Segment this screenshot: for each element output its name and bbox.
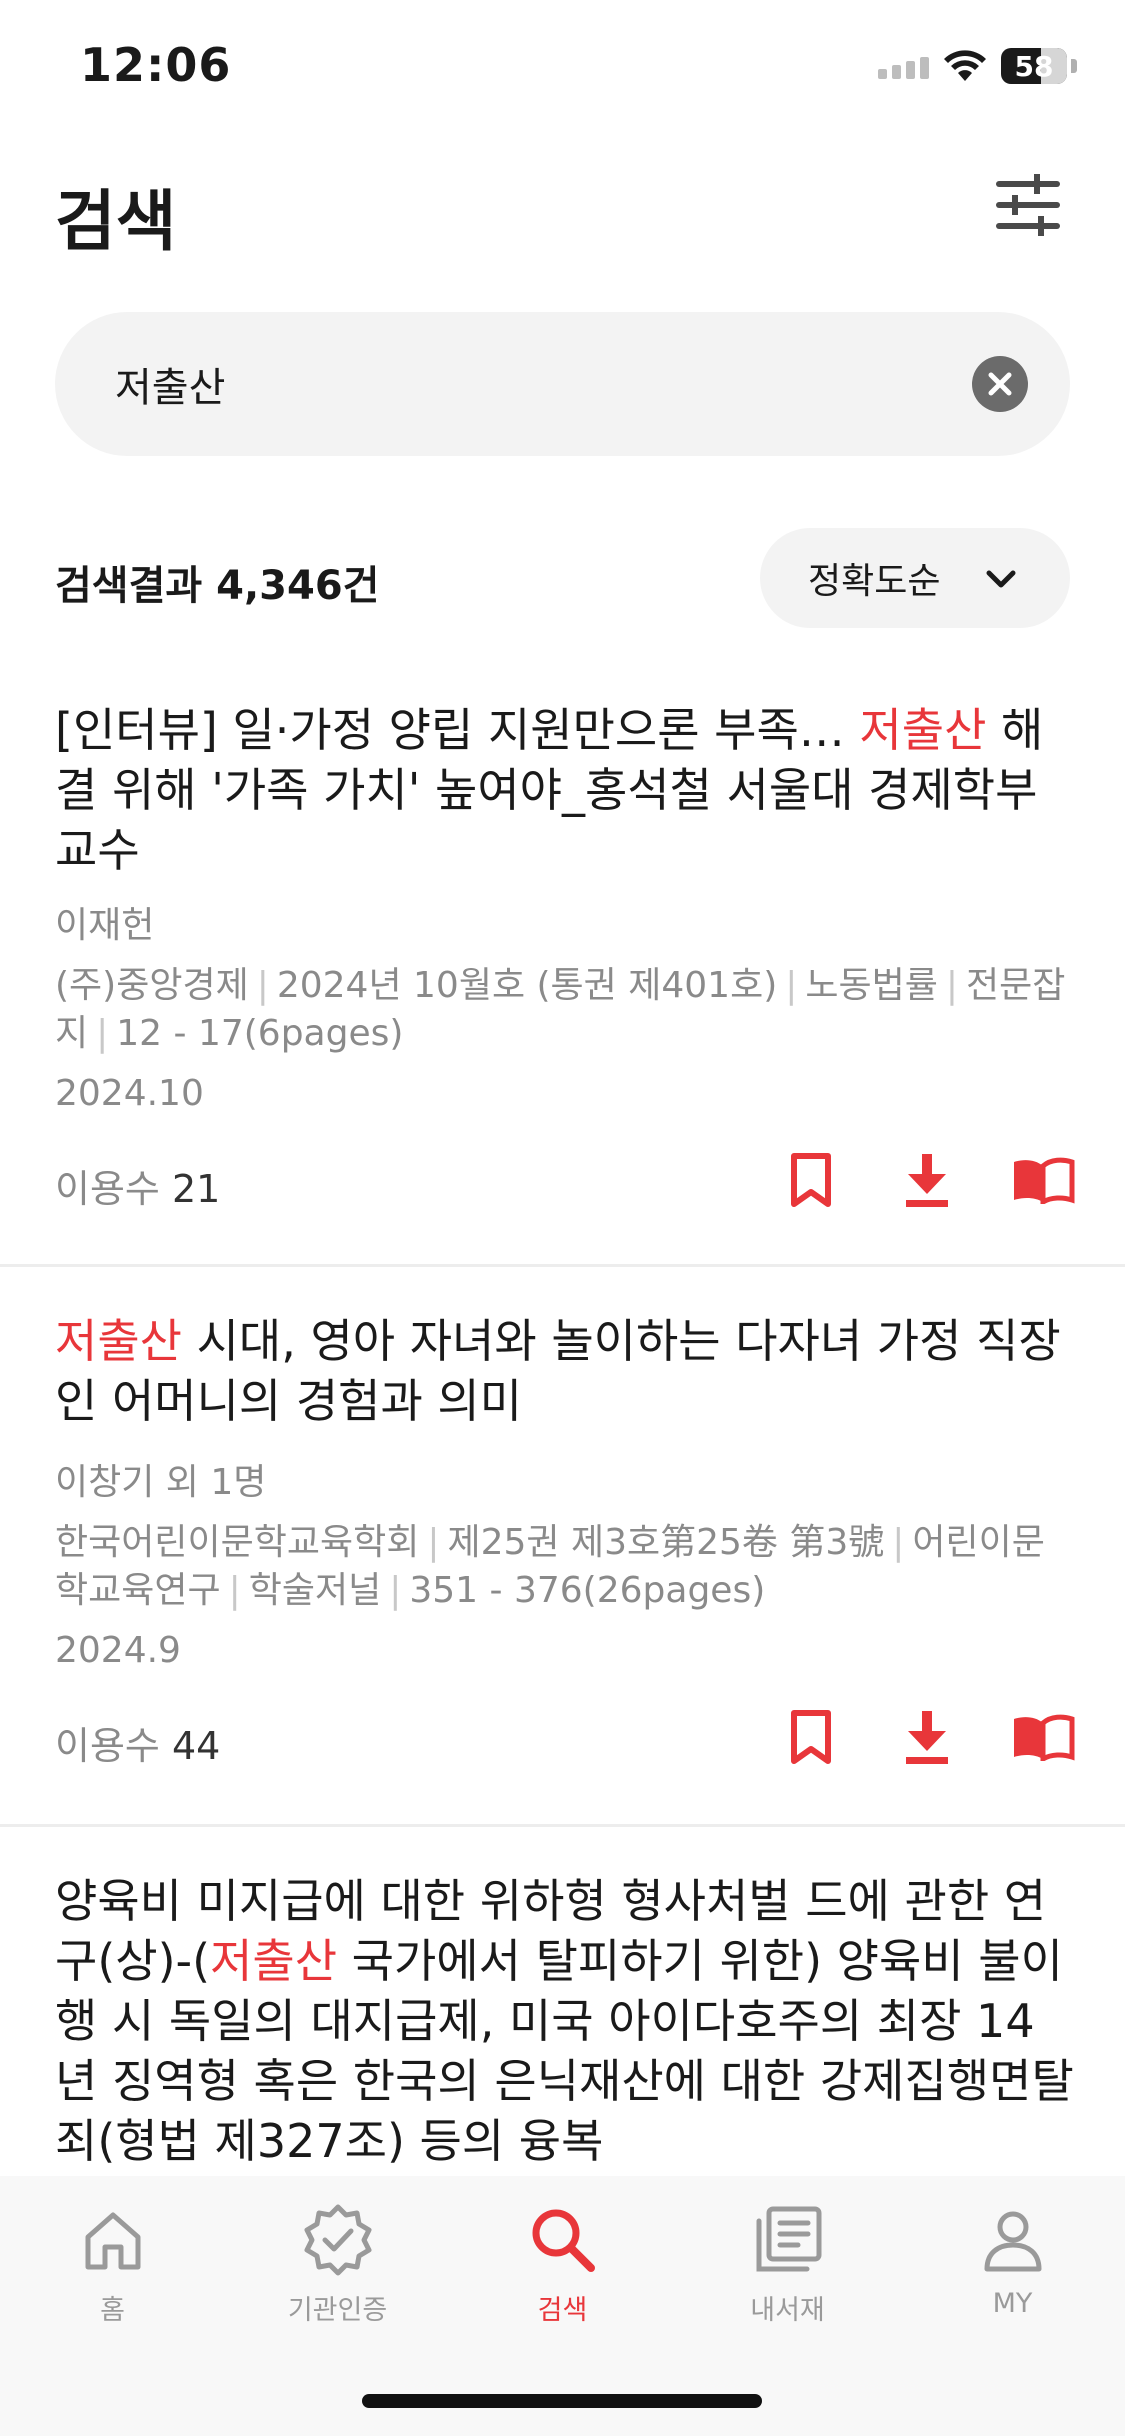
page-range: 12 - 17(6pages) bbox=[116, 1013, 404, 1054]
close-icon bbox=[988, 372, 1012, 396]
tab-search[interactable]: 검색 bbox=[450, 2200, 675, 2327]
verified-badge-icon bbox=[304, 2204, 371, 2276]
tab-my[interactable]: MY bbox=[900, 2200, 1125, 2319]
result-date: 2024.10 bbox=[55, 1073, 204, 1114]
search-icon bbox=[532, 2209, 595, 2272]
download-button[interactable] bbox=[895, 1705, 959, 1769]
publication-type: 학술저널 bbox=[248, 1570, 382, 1611]
bookmark-icon bbox=[791, 1153, 831, 1207]
tab-label: 내서재 bbox=[750, 2295, 825, 2326]
battery-icon: 58 bbox=[1001, 48, 1067, 84]
result-date: 2024.9 bbox=[55, 1630, 181, 1671]
book-open-icon bbox=[1014, 1157, 1075, 1204]
publisher: (주)중앙경제 bbox=[55, 965, 249, 1006]
result-author: 이재헌 bbox=[55, 905, 155, 946]
usage-label: 이용수 bbox=[55, 1167, 160, 1211]
result-author: 이창기 외 1명 bbox=[55, 1462, 267, 1503]
title-highlight: 저출산 bbox=[859, 703, 987, 757]
cellular-signal-icon bbox=[878, 53, 929, 79]
page-range: 351 - 376(26pages) bbox=[409, 1570, 766, 1611]
bookmark-icon bbox=[791, 1710, 831, 1764]
title-text: 시대, 영아 자녀와 놀이하는 다자녀 가정 직장인 어머니의 경험과 의미 bbox=[55, 1314, 1061, 1428]
result-item[interactable]: 양육비 미지급에 대한 위하형 형사처벌 드에 관한 연구(상)-(저출산 국가… bbox=[0, 1827, 1125, 2176]
title-highlight: 저출산 bbox=[55, 1314, 182, 1368]
result-actions bbox=[779, 1148, 1075, 1212]
issue: 제25권 제3호第25卷 第3號 bbox=[447, 1522, 885, 1563]
result-actions bbox=[779, 1705, 1075, 1769]
usage-count: 이용수 21 bbox=[55, 1158, 220, 1213]
page-title: 검색 bbox=[55, 183, 177, 260]
usage-number: 21 bbox=[171, 1167, 221, 1211]
download-icon bbox=[906, 1711, 948, 1764]
tab-label: 홈 bbox=[100, 2295, 125, 2326]
home-icon bbox=[85, 2212, 140, 2270]
filter-button[interactable] bbox=[993, 170, 1063, 240]
tab-label: 검색 bbox=[537, 2295, 588, 2326]
journal: 노동법률 bbox=[805, 965, 938, 1006]
chevron-down-icon bbox=[986, 570, 1016, 588]
battery-tip bbox=[1071, 59, 1077, 73]
search-box bbox=[55, 312, 1070, 456]
tab-label: 기관인증 bbox=[287, 2295, 388, 2326]
tab-label: MY bbox=[992, 2288, 1033, 2319]
bookmark-button[interactable] bbox=[779, 1705, 843, 1769]
clear-search-button[interactable] bbox=[972, 356, 1028, 412]
result-item[interactable]: 저출산 시대, 영아 자녀와 놀이하는 다자녀 가정 직장인 어머니의 경험과 … bbox=[0, 1267, 1125, 1827]
usage-number: 44 bbox=[171, 1724, 221, 1768]
title-highlight: 저출산 bbox=[210, 1934, 338, 1988]
result-title[interactable]: 저출산 시대, 영아 자녀와 놀이하는 다자녀 가정 직장인 어머니의 경험과 … bbox=[55, 1311, 1075, 1431]
status-time: 12:06 bbox=[80, 38, 232, 92]
read-button[interactable] bbox=[1011, 1705, 1075, 1769]
library-icon bbox=[756, 2206, 821, 2272]
sort-label: 정확도순 bbox=[808, 561, 941, 602]
issue: 2024년 10월호 (통권 제401호) bbox=[276, 965, 778, 1006]
person-icon bbox=[984, 2211, 1041, 2272]
tab-my-library[interactable]: 내서재 bbox=[675, 2200, 900, 2327]
result-item[interactable]: [인터뷰] 일·가정 양립 지원만으론 부족… 저출산 해결 위해 '가족 가치… bbox=[0, 680, 1125, 1267]
sliders-icon bbox=[996, 174, 1060, 236]
read-button[interactable] bbox=[1011, 1148, 1075, 1212]
usage-count: 이용수 44 bbox=[55, 1715, 220, 1770]
tab-institution-auth[interactable]: 기관인증 bbox=[225, 2200, 450, 2327]
publisher: 한국어린이문학교육학회 bbox=[55, 1522, 420, 1563]
result-title[interactable]: [인터뷰] 일·가정 양립 지원만으론 부족… 저출산 해결 위해 '가족 가치… bbox=[55, 700, 1075, 880]
results-count: 검색결과 4,346건 bbox=[55, 563, 380, 609]
download-icon bbox=[906, 1154, 948, 1207]
result-source: 한국어린이문학교육학회 | 제25권 제3호第25卷 第3號 | 어린이문학교육연구 | 학… bbox=[55, 1522, 1045, 1611]
usage-label: 이용수 bbox=[55, 1724, 160, 1768]
title-text: [인터뷰] 일·가정 양립 지원만으론 부족… bbox=[55, 703, 860, 757]
status-bar: 12:06 58 bbox=[0, 0, 1125, 140]
result-title[interactable]: 양육비 미지급에 대한 위하형 형사처벌 드에 관한 연구(상)-(저출산 국가… bbox=[55, 1871, 1075, 2171]
sort-dropdown[interactable]: 정확도순 bbox=[760, 528, 1070, 628]
status-icons: 58 bbox=[878, 48, 1077, 84]
download-button[interactable] bbox=[895, 1148, 959, 1212]
book-open-icon bbox=[1014, 1714, 1075, 1761]
result-source: (주)중앙경제 | 2024년 10월호 (통권 제401호) | 노동법률 | 전문잡지 |… bbox=[55, 965, 1066, 1054]
tab-home[interactable]: 홈 bbox=[0, 2200, 225, 2327]
home-indicator bbox=[362, 2394, 762, 2408]
wifi-icon bbox=[944, 50, 986, 81]
search-input[interactable] bbox=[115, 361, 895, 407]
battery-level: 58 bbox=[1014, 49, 1054, 83]
bookmark-button[interactable] bbox=[779, 1148, 843, 1212]
